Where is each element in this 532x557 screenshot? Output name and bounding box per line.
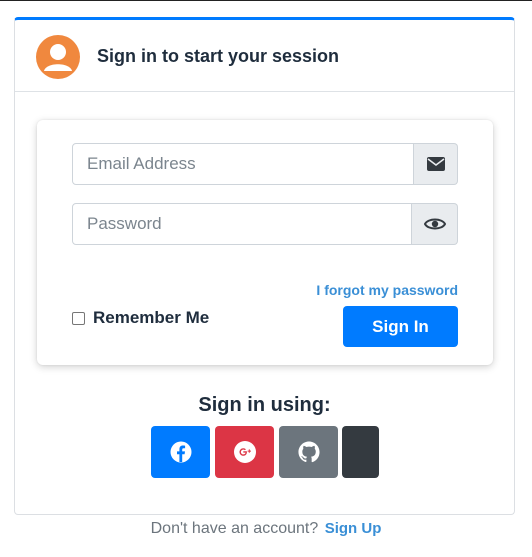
facebook-icon (170, 441, 191, 463)
google-plus-button[interactable] (215, 426, 274, 478)
card-header: Sign in to start your session (15, 20, 514, 92)
signup-footer: Don't have an account? Sign Up (0, 520, 532, 538)
github-button[interactable] (279, 426, 338, 478)
google-plus-icon (233, 441, 256, 463)
envelope-icon (414, 143, 458, 185)
card-title: Sign in to start your session (97, 46, 340, 66)
remember-label: Remember Me (93, 308, 210, 327)
remember-me[interactable]: Remember Me (72, 308, 209, 328)
social-title: Sign in using: (198, 394, 331, 416)
email-input[interactable] (72, 143, 414, 185)
sign-up-link[interactable]: Sign Up (325, 520, 382, 537)
eye-icon[interactable] (412, 203, 458, 245)
remember-checkbox[interactable] (72, 311, 85, 325)
facebook-button[interactable] (151, 426, 210, 478)
login-form: I forgot my password Remember Me Sign In (37, 120, 493, 365)
top-divider (0, 0, 532, 1)
password-input[interactable] (72, 203, 412, 245)
email-input-group (72, 143, 458, 185)
login-card: Sign in to start your session I forgot m… (14, 17, 515, 515)
signup-prompt: Don't have an account? (150, 520, 319, 537)
user-avatar-icon (36, 35, 80, 79)
social-button-dark[interactable] (342, 426, 379, 478)
forgot-password-link[interactable]: I forgot my password (316, 282, 458, 298)
password-input-group (72, 203, 458, 245)
sign-in-button[interactable]: Sign In (343, 306, 458, 347)
github-icon (297, 441, 320, 463)
